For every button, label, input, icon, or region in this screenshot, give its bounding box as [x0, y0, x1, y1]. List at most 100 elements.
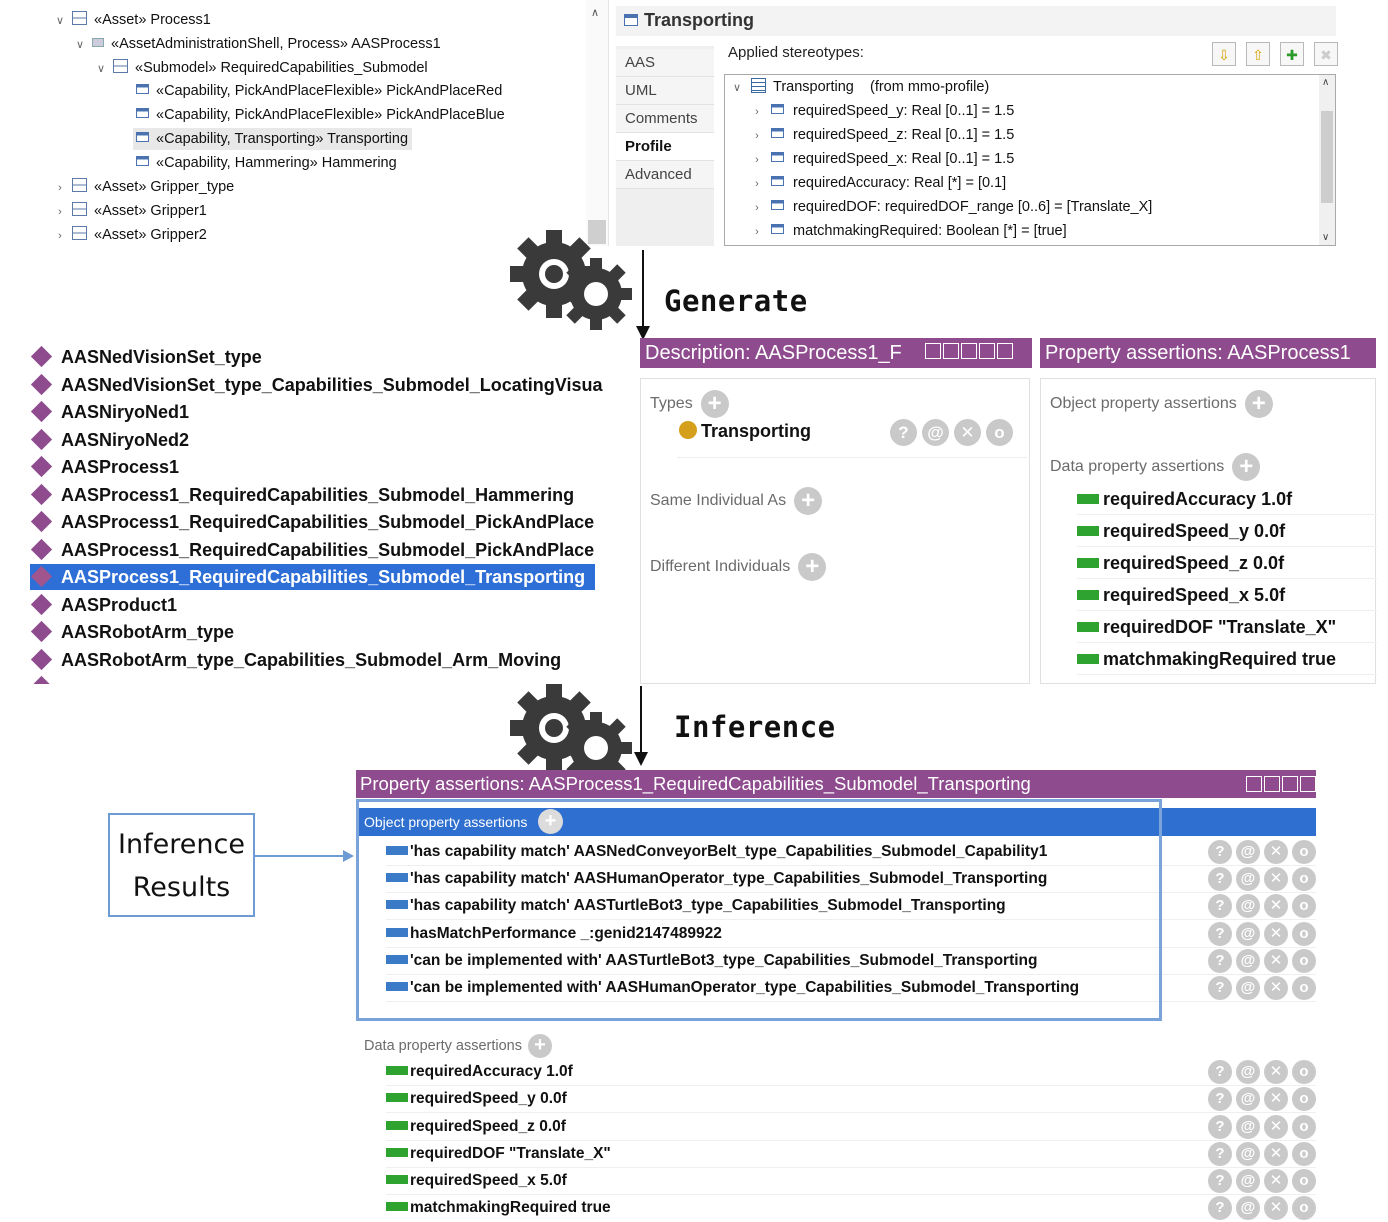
- chevron-down-icon[interactable]: ∨: [95, 58, 107, 80]
- tree-scrollbar[interactable]: ∧: [586, 0, 608, 246]
- annotate-icon[interactable]: @: [1236, 1115, 1260, 1139]
- data-property-row[interactable]: requiredSpeed_z 0.0f: [386, 1114, 566, 1140]
- tree-item-process1[interactable]: ∨ «Asset» Process1: [54, 9, 211, 31]
- tree-item-aasprocess1[interactable]: ∨ «AssetAdministrationShell, Process» AAS…: [74, 33, 441, 55]
- edit-icon[interactable]: o: [1292, 1115, 1316, 1139]
- data-property-row[interactable]: requiredSpeed_x 5.0f: [386, 1168, 567, 1194]
- annotate-icon[interactable]: @: [1236, 1087, 1260, 1111]
- individual-item[interactable]: AASProcess1: [30, 454, 179, 480]
- individual-item[interactable]: AASProcess1_RequiredCapabilities_Submode…: [30, 482, 574, 508]
- individual-item[interactable]: AASNiryoNed1: [30, 399, 189, 425]
- tree-item-pickandplaceblue[interactable]: «Capability, PickAndPlaceFlexible» PickA…: [136, 104, 505, 126]
- add-data-property-button[interactable]: +: [527, 1034, 552, 1058]
- tab-uml[interactable]: UML: [616, 77, 714, 105]
- edit-icon[interactable]: o: [1292, 1169, 1316, 1193]
- individual-item[interactable]: AASNedVisionSet_type: [30, 344, 262, 370]
- individual-item-selected[interactable]: AASProcess1_RequiredCapabilities_Submode…: [30, 564, 596, 590]
- add-stereotype-button[interactable]: ✚: [1280, 42, 1304, 66]
- explain-icon[interactable]: ?: [1208, 1060, 1232, 1084]
- stereotype-property[interactable]: › requiredSpeed_x: Real [0..1] = 1.5: [751, 147, 1014, 171]
- delete-icon[interactable]: ✕: [1264, 976, 1288, 1000]
- chevron-down-icon[interactable]: ∨: [54, 10, 66, 32]
- close-window-icon[interactable]: [1300, 776, 1316, 792]
- edit-icon[interactable]: o: [986, 419, 1013, 446]
- data-property-row[interactable]: matchmakingRequired true: [386, 1195, 611, 1221]
- edit-icon[interactable]: o: [1292, 949, 1316, 973]
- edit-icon[interactable]: o: [1292, 1196, 1316, 1220]
- minimize-window-icon[interactable]: [1264, 776, 1280, 792]
- chevron-right-icon[interactable]: ›: [751, 220, 763, 244]
- edit-icon[interactable]: o: [1292, 1142, 1316, 1166]
- delete-icon[interactable]: ✕: [954, 419, 981, 446]
- explain-icon[interactable]: ?: [890, 419, 917, 446]
- scroll-up-icon[interactable]: ∧: [591, 6, 599, 19]
- edit-icon[interactable]: o: [1292, 1060, 1316, 1084]
- move-up-button[interactable]: ⇧: [1246, 42, 1270, 66]
- individual-item[interactable]: AASNiryoNed2: [30, 427, 189, 453]
- add-object-property-button[interactable]: +: [1244, 390, 1273, 418]
- individual-item[interactable]: AASRobotArm_type: [30, 619, 234, 645]
- edit-icon[interactable]: o: [1292, 1087, 1316, 1111]
- split-window-icon[interactable]: [1246, 776, 1262, 792]
- data-property-row[interactable]: requiredSpeed_z 0.0f: [1077, 548, 1377, 579]
- delete-icon[interactable]: ✕: [1264, 894, 1288, 918]
- data-property-row[interactable]: requiredDOF "Translate_X": [386, 1141, 611, 1167]
- explain-icon[interactable]: ?: [1208, 922, 1232, 946]
- stereotype-property[interactable]: › requiredAccuracy: Real [*] = [0.1]: [751, 171, 1006, 195]
- explain-icon[interactable]: ?: [1208, 976, 1232, 1000]
- individual-item[interactable]: AASRobotArm_type_Capabilities_Submodel_A…: [30, 647, 561, 673]
- edit-icon[interactable]: o: [1292, 922, 1316, 946]
- explain-icon[interactable]: ?: [1208, 867, 1232, 891]
- data-property-row[interactable]: matchmakingRequired true: [1077, 644, 1377, 675]
- delete-icon[interactable]: ✕: [1264, 1060, 1288, 1084]
- explain-icon[interactable]: ?: [1208, 1142, 1232, 1166]
- help-window-icon[interactable]: [925, 343, 941, 359]
- stereotype-property[interactable]: › requiredDOF: requiredDOF_range [0..6] =…: [751, 195, 1152, 219]
- annotate-icon[interactable]: @: [1236, 1196, 1260, 1220]
- maximize-window-icon[interactable]: [979, 343, 995, 359]
- tree-item-gripper2[interactable]: › «Asset» Gripper2: [54, 224, 207, 246]
- delete-icon[interactable]: ✕: [1264, 922, 1288, 946]
- scroll-down-icon[interactable]: ∨: [1322, 232, 1329, 243]
- tree-item-transporting[interactable]: «Capability, Transporting» Transporting: [133, 128, 413, 150]
- edit-icon[interactable]: o: [1292, 894, 1316, 918]
- stereotype-property[interactable]: › matchmakingRequired: Boolean [*] = [tru…: [751, 219, 1066, 244]
- individual-item[interactable]: AASProduct1: [30, 592, 177, 618]
- tree-item-hammering[interactable]: «Capability, Hammering» Hammering: [136, 152, 397, 174]
- chevron-right-icon[interactable]: ›: [54, 177, 66, 199]
- individual-item[interactable]: AASProcess1_RequiredCapabilities_Submode…: [30, 509, 594, 535]
- add-different-individual-button[interactable]: +: [798, 553, 827, 581]
- remove-stereotype-button[interactable]: ✖: [1314, 42, 1338, 66]
- annotate-icon[interactable]: @: [1236, 949, 1260, 973]
- data-property-row[interactable]: requiredDOF "Translate_X": [1077, 612, 1377, 643]
- move-down-button[interactable]: ⇩: [1212, 42, 1236, 66]
- add-type-button[interactable]: +: [700, 390, 729, 418]
- individual-item[interactable]: AASNedVisionSet_type_Capabilities_Submod…: [30, 372, 603, 398]
- tab-profile[interactable]: Profile: [616, 133, 714, 161]
- annotate-icon[interactable]: @: [1236, 1169, 1260, 1193]
- delete-icon[interactable]: ✕: [1264, 1142, 1288, 1166]
- stereotype-property[interactable]: › requiredSpeed_z: Real [0..1] = 1.5: [751, 123, 1014, 147]
- explain-icon[interactable]: ?: [1208, 1196, 1232, 1220]
- delete-icon[interactable]: ✕: [1264, 1169, 1288, 1193]
- delete-icon[interactable]: ✕: [1264, 1115, 1288, 1139]
- data-property-row[interactable]: requiredSpeed_y 0.0f: [1077, 516, 1377, 547]
- type-row[interactable]: Transporting: [679, 421, 811, 442]
- maximize-window-icon[interactable]: [1282, 776, 1298, 792]
- split-window-icon[interactable]: [943, 343, 959, 359]
- chevron-right-icon[interactable]: ›: [751, 124, 763, 148]
- chevron-down-icon[interactable]: ∨: [74, 34, 86, 56]
- explain-icon[interactable]: ?: [1208, 949, 1232, 973]
- individual-item[interactable]: [30, 674, 61, 684]
- chevron-right-icon[interactable]: ›: [751, 172, 763, 196]
- delete-icon[interactable]: ✕: [1264, 949, 1288, 973]
- annotate-icon[interactable]: @: [1236, 867, 1260, 891]
- chevron-right-icon[interactable]: ›: [54, 201, 66, 223]
- tree-item-gripper-type[interactable]: › «Asset» Gripper_type: [54, 176, 234, 198]
- tab-comments[interactable]: Comments: [616, 105, 714, 133]
- tree-item-pickandplacered[interactable]: «Capability, PickAndPlaceFlexible» PickA…: [136, 80, 502, 102]
- add-data-property-button[interactable]: +: [1232, 453, 1261, 481]
- data-property-row[interactable]: requiredSpeed_y 0.0f: [386, 1086, 567, 1112]
- chevron-right-icon[interactable]: ›: [751, 100, 763, 124]
- annotate-icon[interactable]: @: [1236, 1142, 1260, 1166]
